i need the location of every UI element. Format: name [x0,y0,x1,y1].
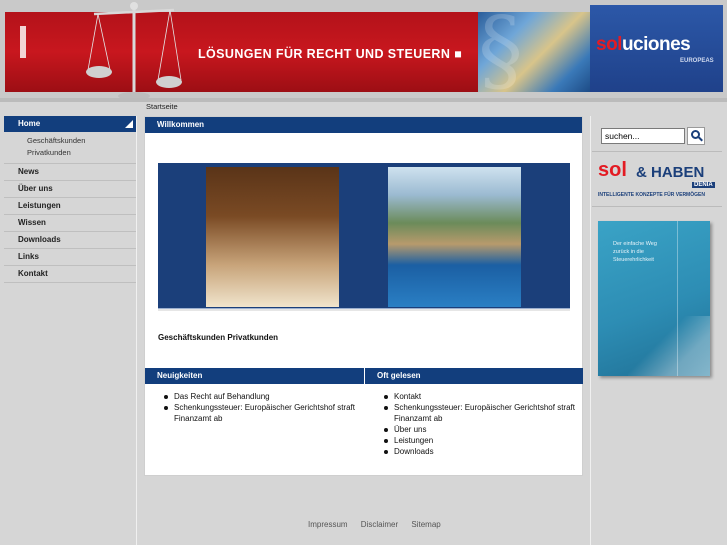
footer-link-impressum[interactable]: Impressum [308,520,348,529]
header-divider [0,98,727,102]
breadcrumb[interactable]: Startseite [146,102,178,111]
logo-subtitle: EUROPEAS [680,58,714,64]
nav-item-kontakt[interactable]: Kontakt [4,266,137,283]
scales-of-justice-icon [86,2,182,100]
news-list: Das Recht auf Behandlung Schenkungssteue… [145,384,364,424]
triangle-icon [125,120,133,128]
footer-link-sitemap[interactable]: Sitemap [411,520,440,529]
popular-title: Oft gelesen [365,368,583,384]
right-column-divider [590,116,591,545]
nav-subitem-geschaeftskunden[interactable]: Geschäftskunden [27,135,137,147]
nav-item-ueber-uns[interactable]: Über uns [4,181,137,198]
nav-item-wissen[interactable]: Wissen [4,215,137,232]
nav-subitems: Geschäftskunden Privatkunden [4,132,137,164]
search-button[interactable] [687,127,705,145]
popular-item[interactable]: Kontakt [381,391,583,402]
nav-subitem-privatkunden[interactable]: Privatkunden [27,147,137,159]
left-navigation: Home Geschäftskunden Privatkunden News Ü… [4,116,137,283]
popular-item[interactable]: Schenkungssteuer: Europäischer Gerichtsh… [381,402,583,424]
news-item[interactable]: Schenkungssteuer: Europäischer Gerichtsh… [161,402,364,424]
site-logo[interactable]: soluciones [596,34,691,56]
nav-item-links[interactable]: Links [4,249,137,266]
sidebar-divider [592,206,722,207]
main-content: Willkommen Geschäftskunden Privatkunden … [144,116,583,476]
news-item[interactable]: Das Recht auf Behandlung [161,391,364,402]
footer-link-disclaimer[interactable]: Disclaimer [361,520,398,529]
footer-links: Impressum Disclaimer Sitemap [308,520,452,529]
header-banner: § LÖSUNGEN FÜR RECHT UND STEUERN ■ soluc… [0,0,727,102]
news-title: Neuigkeiten [145,368,364,384]
category-links[interactable]: Geschäftskunden Privatkunden [158,333,278,342]
nav-item-leistungen[interactable]: Leistungen [4,198,137,215]
nav-item-label: Home [18,119,41,128]
search-input[interactable] [601,128,685,144]
popular-item[interactable]: Leistungen [381,435,583,446]
left-column-divider [136,116,137,545]
welcome-title: Willkommen [145,117,582,133]
popular-item[interactable]: Downloads [381,446,583,457]
book-title: Der einfache Weg zurück in die Steuerehr… [613,241,657,263]
business-people-photo [206,167,339,307]
book-cover-promo[interactable]: Der einfache Weg zurück in die Steuerehr… [598,221,710,376]
nav-item-downloads[interactable]: Downloads [4,232,137,249]
nav-item-news[interactable]: News [4,164,137,181]
popular-item[interactable]: Über uns [381,424,583,435]
popular-column: Oft gelesen Kontakt Schenkungssteuer: Eu… [364,368,583,457]
hero-rule [158,308,570,309]
popular-list: Kontakt Schenkungssteuer: Europäischer G… [365,384,583,457]
coastline-photo [388,167,521,307]
news-column: Neuigkeiten Das Recht auf Behandlung Sch… [145,368,364,424]
sidebar-divider [592,151,722,152]
header-slogan: LÖSUNGEN FÜR RECHT UND STEUERN ■ [198,47,463,61]
paragraph-symbol-icon: § [478,0,523,102]
nav-item-home[interactable]: Home [4,116,137,132]
header-accent-bar [20,26,26,58]
sol-haben-banner[interactable]: sol & HABEN DENIA INTELLIGENTE KONZEPTE … [596,155,720,203]
hero-image-panel [158,163,570,311]
